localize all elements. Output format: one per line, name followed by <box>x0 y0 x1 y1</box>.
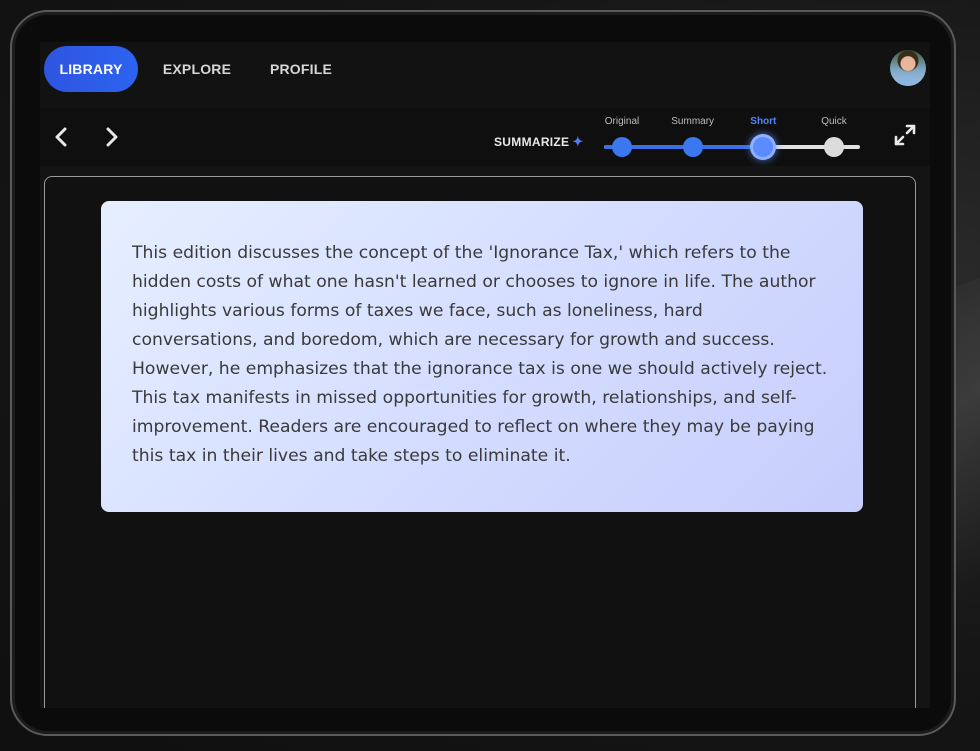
forward-button[interactable] <box>97 122 127 152</box>
summarize-text: SUMMARIZE <box>494 135 570 149</box>
summary-length-slider[interactable]: Original Summary Short Quick <box>602 116 864 162</box>
tablet-frame: LIBRARY EXPLORE PROFILE SUMMARIZE ✦ Orig… <box>10 10 956 736</box>
slider-step-short[interactable] <box>753 137 774 157</box>
slider-step-quick[interactable] <box>824 137 844 157</box>
back-button[interactable] <box>46 122 76 152</box>
expand-icon <box>894 124 916 146</box>
summary-card: This edition discusses the concept of th… <box>101 201 863 512</box>
tab-explore[interactable]: EXPLORE <box>152 46 242 92</box>
avatar-shirt <box>896 76 920 86</box>
summarize-label: SUMMARIZE ✦ <box>494 134 584 150</box>
slider-step-summary[interactable] <box>682 137 703 157</box>
sparkle-icon: ✦ <box>572 134 584 149</box>
content-panel: This edition discusses the concept of th… <box>44 176 916 708</box>
tab-profile[interactable]: PROFILE <box>258 46 344 92</box>
app-screen: LIBRARY EXPLORE PROFILE SUMMARIZE ✦ Orig… <box>40 42 930 708</box>
slider-step-label-short: Short <box>750 116 777 127</box>
slider-step-label-original: Original <box>604 116 640 127</box>
tab-library[interactable]: LIBRARY <box>44 46 138 92</box>
top-navigation: LIBRARY EXPLORE PROFILE <box>40 42 930 108</box>
chevron-right-icon <box>106 127 118 147</box>
slider-step-original[interactable] <box>612 137 632 157</box>
expand-button[interactable] <box>892 122 918 148</box>
summary-text: This edition discusses the concept of th… <box>132 243 828 466</box>
chevron-left-icon <box>55 127 67 147</box>
user-avatar[interactable] <box>890 50 926 86</box>
slider-step-label-quick: Quick <box>821 116 847 127</box>
slider-step-label-summary: Summary <box>671 116 715 127</box>
reader-toolbar: SUMMARIZE ✦ Original Summary Short Quick <box>40 108 930 166</box>
